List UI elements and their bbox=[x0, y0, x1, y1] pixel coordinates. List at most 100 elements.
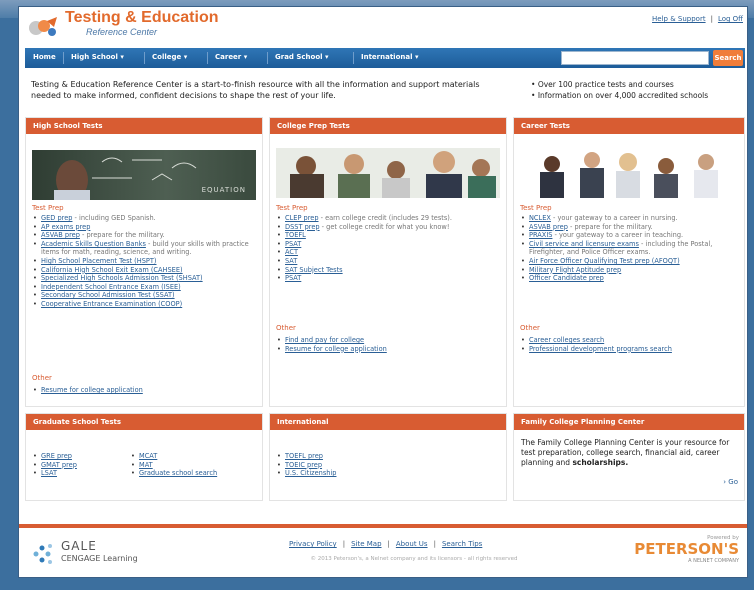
list-item: GED prep - including GED Spanish. bbox=[32, 214, 258, 223]
item-link[interactable]: Professional development programs search bbox=[529, 345, 672, 353]
about-link[interactable]: About Us bbox=[396, 540, 428, 548]
item-link[interactable]: Civil service and licensure exams bbox=[529, 240, 639, 248]
item-link[interactable]: GED prep bbox=[41, 214, 72, 222]
site-map-link[interactable]: Site Map bbox=[351, 540, 381, 548]
footer-links: Privacy Policy | Site Map | About Us | Search … bbox=[289, 540, 483, 548]
site-header: Testing & Education Reference Center Hel… bbox=[19, 7, 747, 45]
list-item: MAT bbox=[130, 461, 260, 470]
search-button[interactable]: Search bbox=[713, 50, 743, 66]
item-link[interactable]: Air Force Officer Qualifying Test prep (… bbox=[529, 257, 680, 265]
list-item: ACT bbox=[276, 248, 502, 257]
item-link[interactable]: Cooperative Entrance Examination (COOP) bbox=[41, 300, 182, 308]
intro-bullet: • Information on over 4,000 accredited s… bbox=[531, 91, 709, 100]
list-item: PSAT bbox=[276, 240, 502, 249]
list-item: Specialized High Schools Admission Test … bbox=[32, 274, 258, 283]
item-link[interactable]: ASVAB prep bbox=[529, 223, 568, 231]
nav-grad-school[interactable]: Grad School ▾ bbox=[275, 53, 329, 61]
high-school-panel: High School Tests EQUATION Test Prep GED… bbox=[25, 117, 263, 407]
nav-career[interactable]: Career ▾ bbox=[215, 53, 247, 61]
search-tips-link[interactable]: Search Tips bbox=[442, 540, 482, 548]
item-link[interactable]: GMAT prep bbox=[41, 461, 77, 469]
graduate-list-right: MCAT MAT Graduate school search bbox=[130, 452, 260, 478]
list-item: AP exams prep bbox=[32, 223, 258, 232]
item-link[interactable]: Resume for college application bbox=[41, 386, 143, 394]
petersons-logo: Powered by PETERSON'S A NELNET COMPANY bbox=[629, 535, 739, 564]
item-link[interactable]: Military Flight Aptitude prep bbox=[529, 266, 621, 274]
list-item: ASVAB prep - prepare for the military. bbox=[32, 231, 258, 240]
item-link[interactable]: Career colleges search bbox=[529, 336, 604, 344]
list-item: U.S. Citizenship bbox=[276, 469, 476, 478]
item-link[interactable]: Find and pay for college bbox=[285, 336, 364, 344]
item-link[interactable]: Secondary School Admission Test (SSAT) bbox=[41, 291, 175, 299]
page-frame: Testing & Education Reference Center Hel… bbox=[18, 6, 748, 578]
family-description: The Family College Planning Center is yo… bbox=[521, 438, 730, 467]
item-link[interactable]: MAT bbox=[139, 461, 153, 469]
list-item: PSAT bbox=[276, 274, 502, 283]
item-link[interactable]: NCLEX bbox=[529, 214, 551, 222]
nelnet-text: A NELNET COMPANY bbox=[688, 558, 739, 564]
college-other-list: Find and pay for college Resume for coll… bbox=[276, 336, 502, 353]
item-link[interactable]: SAT Subject Tests bbox=[285, 266, 343, 274]
section-other: Other bbox=[32, 374, 52, 382]
intro-bullets: • Over 100 practice tests and courses • … bbox=[531, 79, 745, 101]
list-item: Academic Skills Question Banks - build y… bbox=[32, 240, 258, 257]
logo-icon bbox=[29, 17, 57, 36]
item-link[interactable]: Officer Candidate prep bbox=[529, 274, 604, 282]
item-link[interactable]: PSAT bbox=[285, 240, 301, 248]
career-panel: Career Tests Test Prep NCLEX - your gate… bbox=[513, 117, 745, 407]
nav-college[interactable]: College ▾ bbox=[152, 53, 187, 61]
item-link[interactable]: LSAT bbox=[41, 469, 57, 477]
nav-international[interactable]: International ▾ bbox=[361, 53, 418, 61]
item-link[interactable]: Specialized High Schools Admission Test … bbox=[41, 274, 203, 282]
list-item: Career colleges search bbox=[520, 336, 740, 345]
item-link[interactable]: Resume for college application bbox=[285, 345, 387, 353]
intro-bullet: • Over 100 practice tests and courses bbox=[531, 80, 674, 89]
privacy-link[interactable]: Privacy Policy bbox=[289, 540, 337, 548]
item-link[interactable]: High School Placement Test (HSPT) bbox=[41, 257, 156, 265]
item-link[interactable]: Academic Skills Question Banks bbox=[41, 240, 146, 248]
professionals-image bbox=[520, 148, 738, 198]
item-link[interactable]: AP exams prep bbox=[41, 223, 90, 231]
item-link[interactable]: DSST prep bbox=[285, 223, 320, 231]
list-item: DSST prep - get college credit for what … bbox=[276, 223, 502, 232]
list-item: TOEIC prep bbox=[276, 461, 476, 470]
list-item: Graduate school search bbox=[130, 469, 260, 478]
item-link[interactable]: Independent School Entrance Exam (ISEE) bbox=[41, 283, 181, 291]
list-item: GRE prep bbox=[32, 452, 122, 461]
item-link[interactable]: MCAT bbox=[139, 452, 157, 460]
list-item: High School Placement Test (HSPT) bbox=[32, 257, 258, 266]
logoff-link[interactable]: Log Off bbox=[718, 15, 743, 23]
item-link[interactable]: TOEIC prep bbox=[285, 461, 322, 469]
footer-divider bbox=[19, 524, 747, 528]
career-other-list: Career colleges search Professional deve… bbox=[520, 336, 740, 353]
item-link[interactable]: PRAXIS bbox=[529, 231, 552, 239]
item-link[interactable]: ACT bbox=[285, 248, 298, 256]
nav-home[interactable]: Home bbox=[33, 53, 56, 61]
item-link[interactable]: Graduate school search bbox=[139, 469, 217, 477]
list-item: Resume for college application bbox=[32, 386, 258, 395]
list-item: MCAT bbox=[130, 452, 260, 461]
item-link[interactable]: CLEP prep bbox=[285, 214, 319, 222]
panel-title: High School Tests bbox=[26, 118, 262, 134]
item-link[interactable]: U.S. Citizenship bbox=[285, 469, 336, 477]
list-item: SAT bbox=[276, 257, 502, 266]
item-link[interactable]: TOEFL prep bbox=[285, 452, 323, 460]
item-link[interactable]: SAT bbox=[285, 257, 297, 265]
item-link[interactable]: PSAT bbox=[285, 274, 301, 282]
site-title: Testing & Education bbox=[65, 9, 219, 26]
section-test-prep: Test Prep bbox=[32, 204, 64, 212]
item-link[interactable]: TOEFL bbox=[285, 231, 306, 239]
go-link[interactable]: › Go bbox=[723, 478, 738, 486]
item-link[interactable]: California High School Exit Exam (CAHSEE… bbox=[41, 266, 183, 274]
search-input[interactable] bbox=[561, 51, 709, 65]
nav-high-school[interactable]: High School ▾ bbox=[71, 53, 124, 61]
list-item: Independent School Entrance Exam (ISEE) bbox=[32, 283, 258, 292]
list-item: Resume for college application bbox=[276, 345, 502, 354]
list-item: ASVAB prep - prepare for the military. bbox=[520, 223, 740, 232]
item-link[interactable]: GRE prep bbox=[41, 452, 72, 460]
help-link[interactable]: Help & Support bbox=[652, 15, 706, 23]
item-link[interactable]: ASVAB prep bbox=[41, 231, 80, 239]
panel-title: International bbox=[270, 414, 506, 430]
top-links: Help & Support | Log Off bbox=[652, 15, 743, 23]
list-item: GMAT prep bbox=[32, 461, 122, 470]
